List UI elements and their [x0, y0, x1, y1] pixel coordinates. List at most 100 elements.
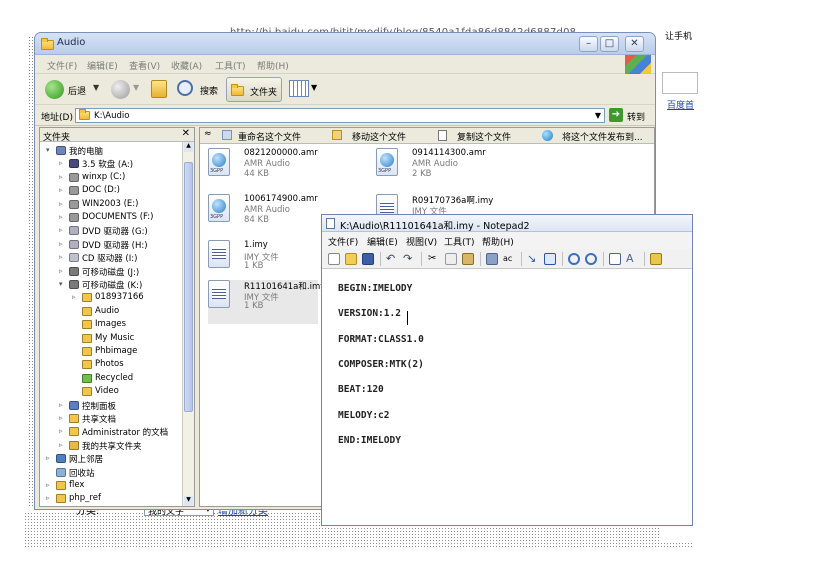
expand-arrow-icon[interactable]: ▹ — [46, 494, 50, 502]
collapse-arrow-icon[interactable]: ▾ — [46, 146, 50, 154]
tree-item-label: DVD 驱动器 (H:) — [82, 240, 148, 251]
file-name: 1006174900.amr — [244, 194, 318, 204]
replace-icon[interactable]: ac — [503, 253, 515, 265]
close-button[interactable]: ✕ — [625, 36, 644, 52]
expand-arrow-icon[interactable]: ▹ — [59, 173, 63, 181]
folder-icon — [41, 38, 54, 50]
expand-arrow-icon[interactable]: ▹ — [59, 213, 63, 221]
notepad-editor[interactable]: BEGIN:IMELODY VERSION:1.2 FORMAT:CLASS1.0 C… — [322, 269, 692, 525]
tree-scrollbar[interactable]: ▲ ▼ — [182, 142, 194, 506]
tree-item-label: winxp (C:) — [82, 171, 126, 182]
new-file-icon[interactable] — [328, 253, 340, 265]
menu-favorites[interactable]: 收藏(A) — [171, 59, 202, 72]
paste-icon[interactable] — [462, 253, 474, 265]
maximize-button[interactable]: □ — [600, 36, 619, 52]
open-folder-icon[interactable] — [345, 253, 357, 265]
expand-arrow-icon[interactable]: ▹ — [72, 293, 76, 301]
expand-arrow-icon[interactable]: ▹ — [46, 454, 50, 462]
search-button-label[interactable]: 搜索 — [200, 84, 218, 97]
code-line: COMPOSER:MTK(2) — [338, 358, 424, 370]
address-input[interactable]: K:\Audio ▼ — [75, 108, 605, 123]
task-publish[interactable]: 将这个文件发布到... — [562, 130, 643, 143]
expand-arrow-icon[interactable]: ▹ — [59, 253, 63, 261]
chevron-down-icon[interactable]: ▼ — [133, 83, 139, 92]
np-menu-help[interactable]: 帮助(H) — [482, 235, 514, 248]
settings-icon[interactable] — [609, 253, 621, 265]
expand-arrow-icon[interactable]: ▹ — [59, 427, 63, 435]
forward-arrow-icon[interactable] — [111, 80, 130, 99]
notepad-titlebar[interactable]: K:\Audio\R11101641a和.imy - Notepad2 — [322, 215, 692, 232]
np-menu-tools[interactable]: 工具(T) — [444, 235, 475, 248]
menu-tools[interactable]: 工具(T) — [215, 59, 246, 72]
file-type: AMR Audio — [244, 205, 290, 215]
expand-arrow-icon[interactable]: ▹ — [59, 159, 63, 167]
expand-arrow-icon[interactable]: ▹ — [46, 481, 50, 489]
expand-arrow-icon[interactable]: ▹ — [59, 240, 63, 248]
find-icon[interactable] — [486, 253, 498, 265]
dvd-icon — [69, 239, 79, 249]
schemes-icon[interactable] — [650, 253, 662, 265]
collapse-icon[interactable]: ≈ — [204, 129, 212, 139]
browser-side-text: 让手机 — [665, 32, 693, 42]
expand-arrow-icon[interactable]: ▹ — [59, 226, 63, 234]
go-button-label[interactable]: 转到 — [627, 110, 645, 123]
network-icon — [56, 454, 66, 464]
line-numbers-icon[interactable] — [544, 253, 556, 265]
task-move[interactable]: 移动这个文件 — [352, 130, 406, 143]
back-arrow-icon[interactable] — [45, 80, 64, 99]
back-button-label[interactable]: 后退 — [68, 84, 86, 97]
undo-icon[interactable]: ↶ — [386, 253, 398, 265]
copy-icon[interactable] — [445, 253, 457, 265]
file-item[interactable]: R11101641a和.imy IMY 文件 1 KB — [208, 280, 325, 324]
up-folder-icon[interactable] — [151, 80, 167, 98]
np-menu-file[interactable]: 文件(F) — [328, 235, 358, 248]
shared-folder-icon — [69, 440, 79, 450]
chevron-down-icon[interactable]: ▼ — [311, 83, 317, 92]
redo-icon[interactable]: ↷ — [403, 253, 415, 265]
minimize-button[interactable]: – — [579, 36, 598, 52]
explorer-titlebar[interactable]: Audio – □ ✕ — [35, 33, 655, 55]
address-label: 地址(D) — [41, 113, 73, 123]
expand-arrow-icon[interactable]: ▹ — [59, 200, 63, 208]
np-menu-edit[interactable]: 编辑(E) — [367, 235, 398, 248]
folders-button-label: 文件夹 — [250, 88, 278, 98]
file-tasks-bar: ≈ 重命名这个文件 移动这个文件 复制这个文件 将这个文件发布到... — [200, 128, 654, 144]
folders-button[interactable]: 文件夹 — [226, 77, 282, 102]
file-name: 0914114300.amr — [412, 148, 486, 158]
font-icon[interactable]: A — [626, 253, 638, 265]
menu-file[interactable]: 文件(F) — [47, 59, 77, 72]
zoom-out-icon[interactable] — [585, 253, 597, 265]
go-arrow-icon[interactable]: ➔ — [609, 108, 623, 122]
word-wrap-icon[interactable]: ↘ — [527, 253, 539, 265]
expand-arrow-icon[interactable]: ▹ — [59, 186, 63, 194]
scroll-down-arrow-icon[interactable]: ▼ — [184, 496, 193, 506]
collapse-arrow-icon[interactable]: ▾ — [59, 280, 63, 288]
explorer-menubar: 文件(F) 编辑(E) 查看(V) 收藏(A) 工具(T) 帮助(H) — [35, 55, 655, 74]
chevron-down-icon[interactable]: ▼ — [595, 111, 601, 120]
folder-icon — [69, 427, 79, 437]
task-copy[interactable]: 复制这个文件 — [457, 130, 511, 143]
chevron-down-icon[interactable]: ▼ — [93, 83, 99, 92]
task-rename[interactable]: 重命名这个文件 — [238, 130, 301, 143]
expand-arrow-icon[interactable]: ▹ — [59, 441, 63, 449]
tree-item-label: 我的电脑 — [69, 147, 104, 157]
save-icon[interactable] — [362, 253, 374, 265]
scroll-thumb[interactable] — [184, 162, 193, 412]
close-pane-icon[interactable]: ✕ — [182, 128, 190, 139]
expand-arrow-icon[interactable]: ▹ — [59, 401, 63, 409]
expand-arrow-icon[interactable]: ▹ — [59, 267, 63, 275]
browser-side-link[interactable]: 百度首 — [667, 98, 694, 111]
expand-arrow-icon[interactable]: ▹ — [59, 414, 63, 422]
scroll-up-arrow-icon[interactable]: ▲ — [184, 142, 193, 152]
views-icon[interactable] — [289, 80, 309, 97]
file-item[interactable]: 3GPP 0914114300.amr AMR Audio 2 KB — [376, 148, 536, 192]
folder-icon — [56, 481, 66, 490]
menu-view[interactable]: 查看(V) — [129, 59, 160, 72]
menu-edit[interactable]: 编辑(E) — [87, 59, 118, 72]
cut-icon[interactable]: ✂ — [428, 253, 440, 265]
folder-pane-title: 文件夹 — [43, 133, 71, 143]
file-item[interactable]: 3GPP 0821200000.amr AMR Audio 44 KB — [208, 148, 368, 192]
np-menu-view[interactable]: 视图(V) — [406, 235, 437, 248]
zoom-in-icon[interactable] — [568, 253, 580, 265]
menu-help[interactable]: 帮助(H) — [257, 59, 289, 72]
